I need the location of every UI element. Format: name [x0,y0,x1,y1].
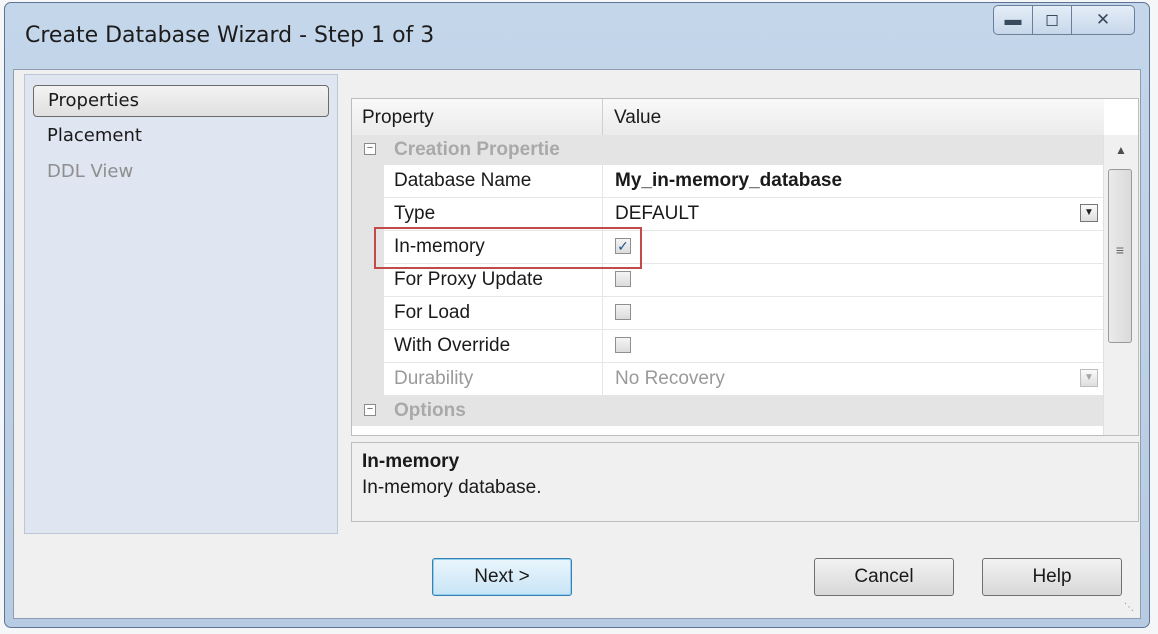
type-value[interactable]: DEFAULT ▼ [603,198,1104,231]
durability-value-text: No Recovery [615,368,725,389]
database-name-value[interactable]: My_in-memory_database [603,165,1104,198]
property-name: Database Name [384,165,603,198]
wizard-window: Create Database Wizard - Step 1 of 3 ▬ ◻… [4,2,1150,628]
close-icon[interactable]: ✕ [1071,5,1135,35]
window-controls: ▬ ◻ ✕ [993,5,1135,37]
nav-item-properties[interactable]: Properties [33,85,329,117]
property-row-database-name[interactable]: Database Name My_in-memory_database [352,165,1104,198]
cancel-button[interactable]: Cancel [814,558,954,596]
help-button[interactable]: Help [982,558,1122,596]
with-override-value [603,330,1104,363]
property-row-durability[interactable]: Durability No Recovery ▼ [352,363,1104,396]
resize-grip-icon[interactable]: ⋱ [1124,602,1136,614]
row-gutter [352,363,384,396]
for-proxy-update-checkbox[interactable] [615,271,631,287]
property-row-for-load[interactable]: For Load [352,297,1104,330]
column-header-value[interactable]: Value [614,107,661,129]
scrollbar-thumb[interactable]: ≡ [1108,169,1132,343]
durability-value: No Recovery ▼ [603,363,1104,396]
for-proxy-update-value [603,264,1104,297]
with-override-checkbox[interactable] [615,337,631,353]
for-load-checkbox[interactable] [615,304,631,320]
grid-header: Property Value [352,99,1104,136]
wizard-step-nav: Properties Placement DDL View [24,74,338,534]
maximize-icon[interactable]: ◻ [1032,5,1072,35]
chevron-down-icon[interactable]: ▼ [1080,204,1098,222]
property-name: For Proxy Update [384,264,603,297]
property-row-with-override[interactable]: With Override [352,330,1104,363]
category-label: Creation Propertie [394,139,560,160]
wizard-body: Properties Placement DDL View Property V… [13,69,1141,619]
row-gutter [352,198,384,231]
in-memory-value: ✓ [603,231,1104,264]
property-name: In-memory [384,231,603,264]
property-row-for-proxy-update[interactable]: For Proxy Update [352,264,1104,297]
row-gutter [352,264,384,297]
row-gutter [352,330,384,363]
nav-item-ddl-view: DDL View [47,161,134,182]
property-name: For Load [384,297,603,330]
collapse-icon[interactable]: − [364,404,376,416]
window-title: Create Database Wizard - Step 1 of 3 [25,23,435,48]
for-load-value [603,297,1104,330]
property-name: Durability [384,363,603,396]
column-divider[interactable] [602,99,603,135]
category-row[interactable]: − Creation Propertie [352,135,1104,165]
collapse-icon[interactable]: − [364,143,376,155]
row-gutter [352,165,384,198]
next-button[interactable]: Next > [432,558,572,596]
scroll-up-icon[interactable]: ▲ [1104,135,1138,165]
column-header-property[interactable]: Property [362,107,434,129]
property-grid: Property Value − Creation Propertie Data… [351,98,1139,436]
in-memory-checkbox[interactable]: ✓ [615,238,631,254]
row-gutter [352,231,384,264]
category-row[interactable]: − Options [352,396,1104,426]
property-name: Type [384,198,603,231]
property-row-in-memory[interactable]: In-memory ✓ [352,231,1104,264]
minimize-icon[interactable]: ▬ [993,5,1033,35]
property-name: With Override [384,330,603,363]
property-description-panel: In-memory In-memory database. [351,442,1139,522]
vertical-scrollbar[interactable]: ▲ ≡ [1103,135,1138,435]
row-gutter [352,297,384,330]
property-row-type[interactable]: Type DEFAULT ▼ [352,198,1104,231]
title-bar[interactable]: Create Database Wizard - Step 1 of 3 ▬ ◻… [5,3,1149,61]
description-title: In-memory [362,451,460,472]
nav-item-placement[interactable]: Placement [33,121,329,153]
type-value-text: DEFAULT [615,203,700,224]
description-text: In-memory database. [362,477,542,498]
category-label: Options [394,400,466,421]
chevron-down-icon: ▼ [1080,369,1098,387]
